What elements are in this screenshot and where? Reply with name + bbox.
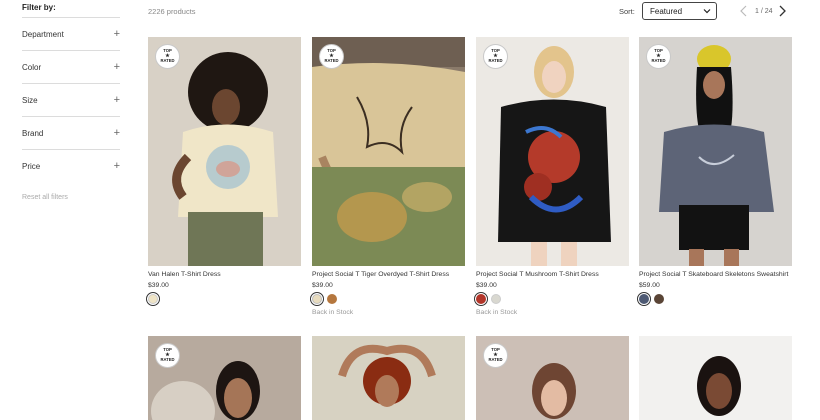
- product-image[interactable]: TOP ★ RATED: [639, 37, 792, 266]
- color-swatches: [146, 292, 301, 306]
- product-price: $39.00: [312, 282, 333, 289]
- top-rated-badge: TOP ★ RATED: [319, 44, 344, 69]
- product-photo: [476, 37, 629, 266]
- product-card[interactable]: TOP ★ RATED Van Halen T-Shirt Dress $39.…: [146, 37, 301, 306]
- badge-line2: RATED: [651, 58, 666, 63]
- page-separator: /: [760, 7, 763, 15]
- product-card[interactable]: TOP ★ RATED: [148, 336, 301, 420]
- color-swatch[interactable]: [474, 292, 488, 306]
- sort-value: Featured: [650, 6, 683, 16]
- color-swatch[interactable]: [654, 294, 664, 304]
- product-card[interactable]: [312, 336, 465, 420]
- plus-icon: +: [113, 93, 120, 106]
- product-count: 2226 products: [148, 7, 196, 16]
- filter-size[interactable]: Size +: [22, 83, 120, 116]
- chevron-down-icon: [703, 9, 711, 14]
- product-image[interactable]: [639, 336, 792, 420]
- color-swatch[interactable]: [637, 292, 651, 306]
- badge-line2: RATED: [488, 58, 503, 63]
- plus-icon: +: [113, 27, 120, 40]
- badge-line2: RATED: [160, 58, 175, 63]
- top-rated-badge: TOP ★ RATED: [155, 44, 180, 69]
- top-rated-badge: TOP ★ RATED: [155, 343, 180, 368]
- plus-icon: +: [113, 159, 120, 172]
- product-price: $59.00: [639, 282, 660, 289]
- color-swatch[interactable]: [327, 294, 337, 304]
- filter-department[interactable]: Department +: [22, 17, 120, 50]
- product-name[interactable]: Van Halen T-Shirt Dress: [148, 271, 301, 278]
- product-card[interactable]: TOP ★ RATED Project Social T Tiger Overd…: [310, 37, 465, 316]
- product-photo: [312, 336, 465, 420]
- filter-label: Price: [22, 161, 41, 171]
- chevron-right-icon: [779, 5, 786, 17]
- color-swatches: [310, 292, 465, 306]
- plus-icon: +: [113, 126, 120, 139]
- filter-sidebar: Filter by: Department + Color + Size + B…: [22, 0, 120, 201]
- filter-price[interactable]: Price +: [22, 149, 120, 182]
- filter-title: Filter by:: [22, 3, 56, 12]
- product-name[interactable]: Project Social T Tiger Overdyed T-Shirt …: [312, 271, 465, 278]
- plus-icon: +: [113, 60, 120, 73]
- top-rated-badge: TOP ★ RATED: [483, 343, 508, 368]
- product-card[interactable]: [639, 336, 792, 420]
- product-card[interactable]: TOP ★ RATED Project Social T Mushroom T-…: [474, 37, 629, 316]
- next-page-button[interactable]: [779, 5, 788, 17]
- product-image[interactable]: TOP ★ RATED: [312, 37, 465, 266]
- product-card[interactable]: TOP ★ RATED: [476, 336, 629, 420]
- top-rated-badge: TOP ★ RATED: [483, 44, 508, 69]
- stock-status: Back in Stock: [476, 309, 518, 316]
- product-image[interactable]: TOP ★ RATED: [148, 336, 301, 420]
- badge-line2: RATED: [160, 357, 175, 362]
- product-image[interactable]: TOP ★ RATED: [476, 37, 629, 266]
- product-card[interactable]: TOP ★ RATED Project Social T Skateboard …: [637, 37, 792, 306]
- product-name[interactable]: Project Social T Mushroom T-Shirt Dress: [476, 271, 629, 278]
- prev-page-button[interactable]: [740, 5, 749, 17]
- total-pages: 24: [764, 7, 773, 15]
- badge-line2: RATED: [488, 357, 503, 362]
- product-name[interactable]: Project Social T Skateboard Skeletons Sw…: [639, 271, 792, 278]
- product-photo: [312, 37, 465, 266]
- top-rated-badge: TOP ★ RATED: [646, 44, 671, 69]
- page-indicator: 1 / 24: [755, 8, 773, 15]
- stock-status: Back in Stock: [312, 309, 354, 316]
- color-swatches: [637, 292, 792, 306]
- filter-label: Department: [22, 29, 64, 39]
- color-swatch[interactable]: [310, 292, 324, 306]
- product-photo: [639, 336, 792, 420]
- product-photo: [148, 37, 301, 266]
- sort-select[interactable]: Featured: [642, 2, 717, 20]
- product-price: $39.00: [476, 282, 497, 289]
- filter-label: Brand: [22, 128, 44, 138]
- sort-label: Sort:: [619, 7, 635, 16]
- product-image[interactable]: [312, 336, 465, 420]
- filter-color[interactable]: Color +: [22, 50, 120, 83]
- current-page: 1: [755, 7, 759, 15]
- chevron-left-icon: [740, 5, 747, 17]
- product-image[interactable]: TOP ★ RATED: [476, 336, 629, 420]
- filter-label: Color: [22, 62, 42, 72]
- color-swatch[interactable]: [146, 292, 160, 306]
- color-swatch[interactable]: [491, 294, 501, 304]
- color-swatches: [474, 292, 629, 306]
- badge-line2: RATED: [324, 58, 339, 63]
- product-price: $39.00: [148, 282, 169, 289]
- product-photo: [639, 37, 792, 266]
- pagination: 1 / 24: [740, 5, 788, 17]
- filter-brand[interactable]: Brand +: [22, 116, 120, 149]
- filter-label: Size: [22, 95, 38, 105]
- reset-filters-link[interactable]: Reset all filters: [22, 194, 120, 201]
- product-image[interactable]: TOP ★ RATED: [148, 37, 301, 266]
